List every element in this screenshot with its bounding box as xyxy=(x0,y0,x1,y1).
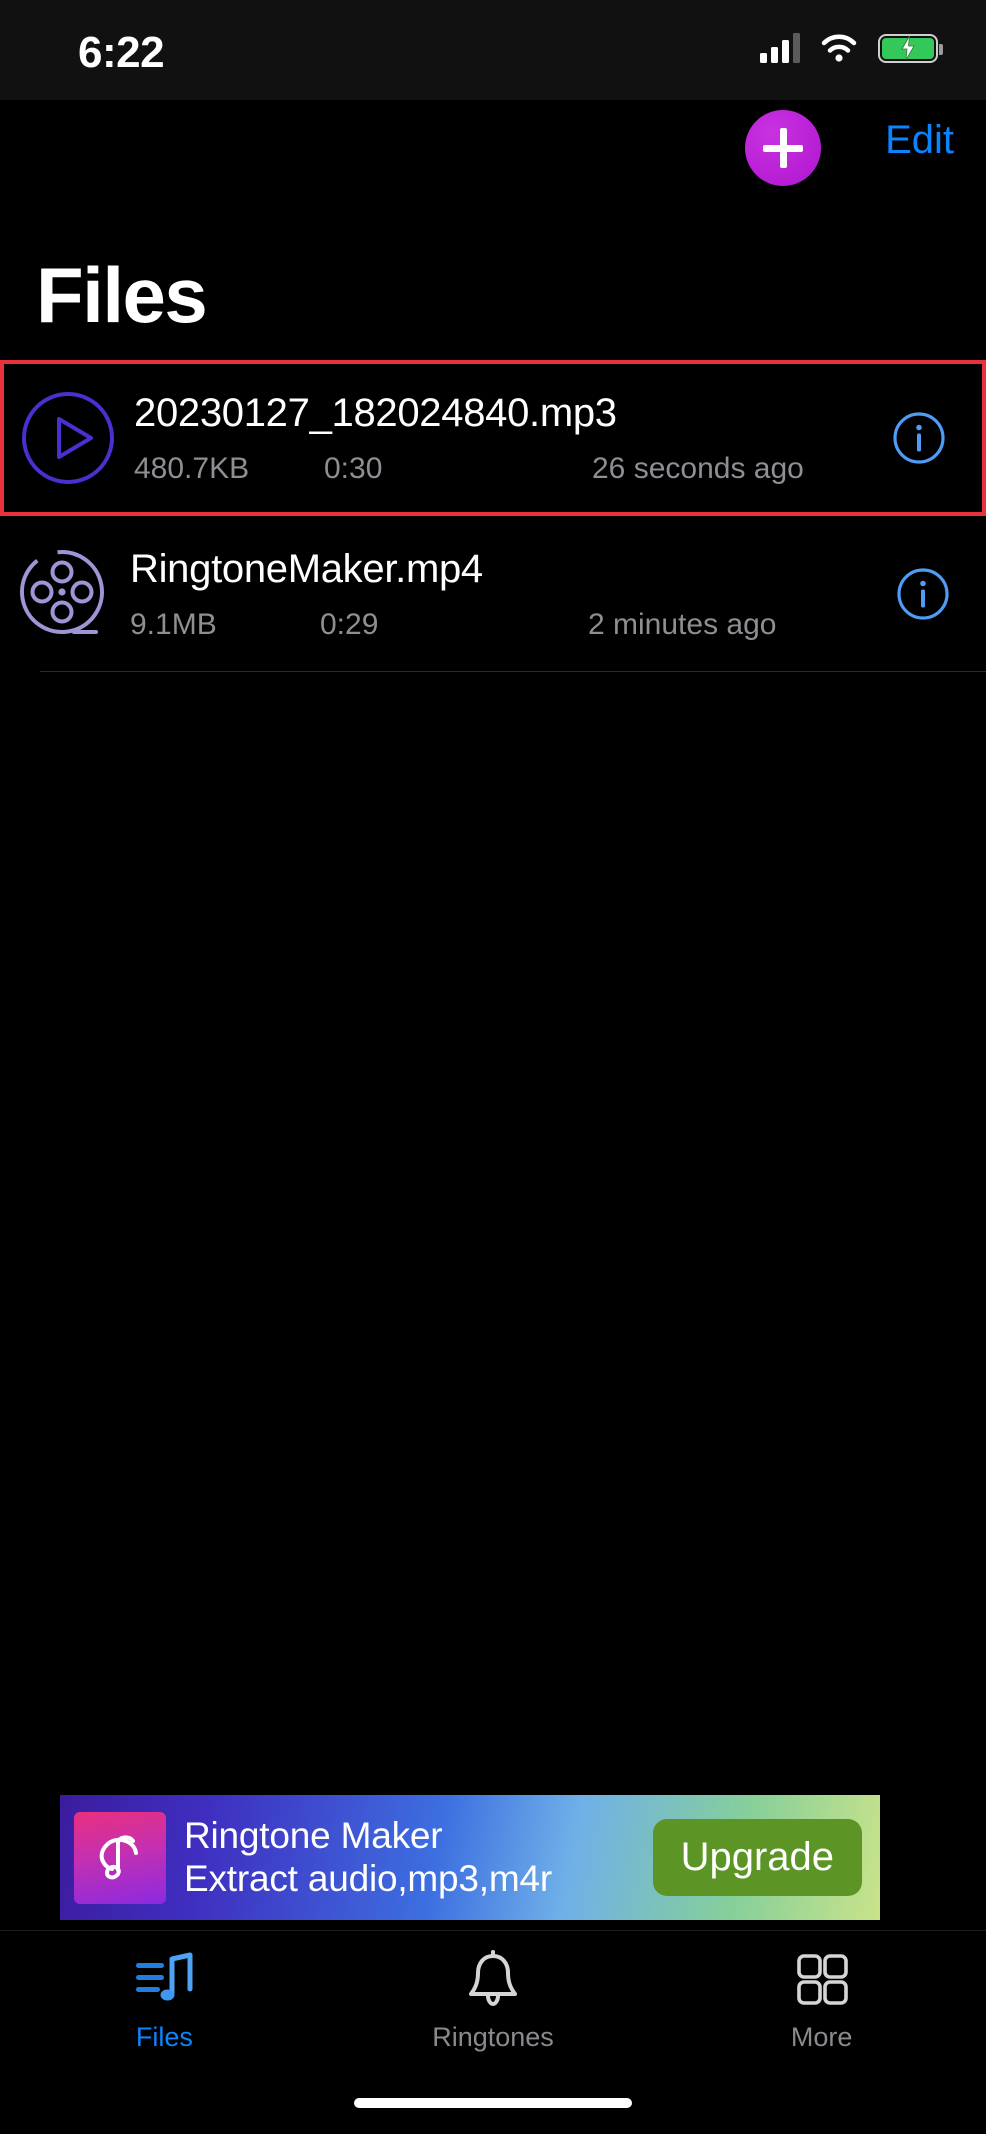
file-duration: 0:29 xyxy=(320,607,379,641)
table-row[interactable]: RingtoneMaker.mp4 9.1MB 0:29 2 minutes a… xyxy=(0,516,986,672)
add-file-button[interactable] xyxy=(745,110,821,186)
status-bar-indicators xyxy=(760,33,943,63)
tab-ringtones[interactable]: Ringtones xyxy=(329,1931,658,2070)
tab-label: More xyxy=(790,2022,853,2052)
music-note-app-icon xyxy=(74,1811,166,1904)
tab-more[interactable]: More xyxy=(657,1931,986,2070)
file-modified: 2 minutes ago xyxy=(588,607,777,641)
status-bar-time: 6:22 xyxy=(78,28,165,77)
file-meta: 9.1MB 0:29 2 minutes ago xyxy=(130,608,884,642)
navigation-bar: Edit xyxy=(0,100,986,195)
ad-subtitle: Extract audio,mp3,m4r xyxy=(184,1857,553,1899)
battery-charging-icon xyxy=(878,33,943,63)
tab-files[interactable]: Files xyxy=(0,1931,329,2070)
table-row[interactable]: 20230127_182024840.mp3 480.7KB 0:30 26 s… xyxy=(0,360,986,516)
grid-icon xyxy=(791,1948,853,2012)
page-title: Files xyxy=(36,251,208,339)
music-list-icon xyxy=(132,1948,196,2012)
file-name: 20230127_182024840.mp3 xyxy=(134,390,617,435)
file-modified: 26 seconds ago xyxy=(592,451,804,485)
status-bar: 6:22 xyxy=(0,0,986,100)
wifi-icon xyxy=(820,33,858,63)
bell-icon xyxy=(462,1948,524,2012)
info-circle-icon[interactable] xyxy=(894,565,952,623)
tab-label: Ringtones xyxy=(432,2022,554,2052)
file-duration: 0:30 xyxy=(324,451,383,485)
tab-label: Files xyxy=(135,2022,193,2052)
home-indicator[interactable] xyxy=(354,2098,632,2108)
ad-title: Ringtone Maker xyxy=(184,1814,443,1856)
play-circle-icon[interactable] xyxy=(16,386,120,490)
file-details: RingtoneMaker.mp4 9.1MB 0:29 2 minutes a… xyxy=(116,547,894,642)
edit-button[interactable]: Edit xyxy=(885,118,954,163)
plus-icon-vertical xyxy=(779,128,787,168)
cellular-bars-icon xyxy=(760,33,800,63)
tab-bar: Files Ringtones More xyxy=(0,1930,986,2070)
file-size: 480.7KB xyxy=(134,451,250,485)
file-list: 20230127_182024840.mp3 480.7KB 0:30 26 s… xyxy=(0,360,986,672)
info-circle-icon[interactable] xyxy=(890,409,948,467)
file-meta: 480.7KB 0:30 26 seconds ago xyxy=(134,452,880,486)
list-divider xyxy=(40,670,986,672)
file-size: 9.1MB xyxy=(130,607,217,641)
ad-copy: Ringtone Maker Extract audio,mp3,m4r xyxy=(166,1815,653,1901)
upgrade-button[interactable]: Upgrade xyxy=(652,1819,862,1896)
file-name: RingtoneMaker.mp4 xyxy=(130,546,483,591)
app-screen: 6:22 Edit Files 20230127_182024840.mp3 4… xyxy=(0,0,986,2134)
film-reel-icon[interactable] xyxy=(12,542,116,646)
ad-banner[interactable]: Ringtone Maker Extract audio,mp3,m4r Upg… xyxy=(60,1795,880,1920)
file-details: 20230127_182024840.mp3 480.7KB 0:30 26 s… xyxy=(120,391,890,486)
